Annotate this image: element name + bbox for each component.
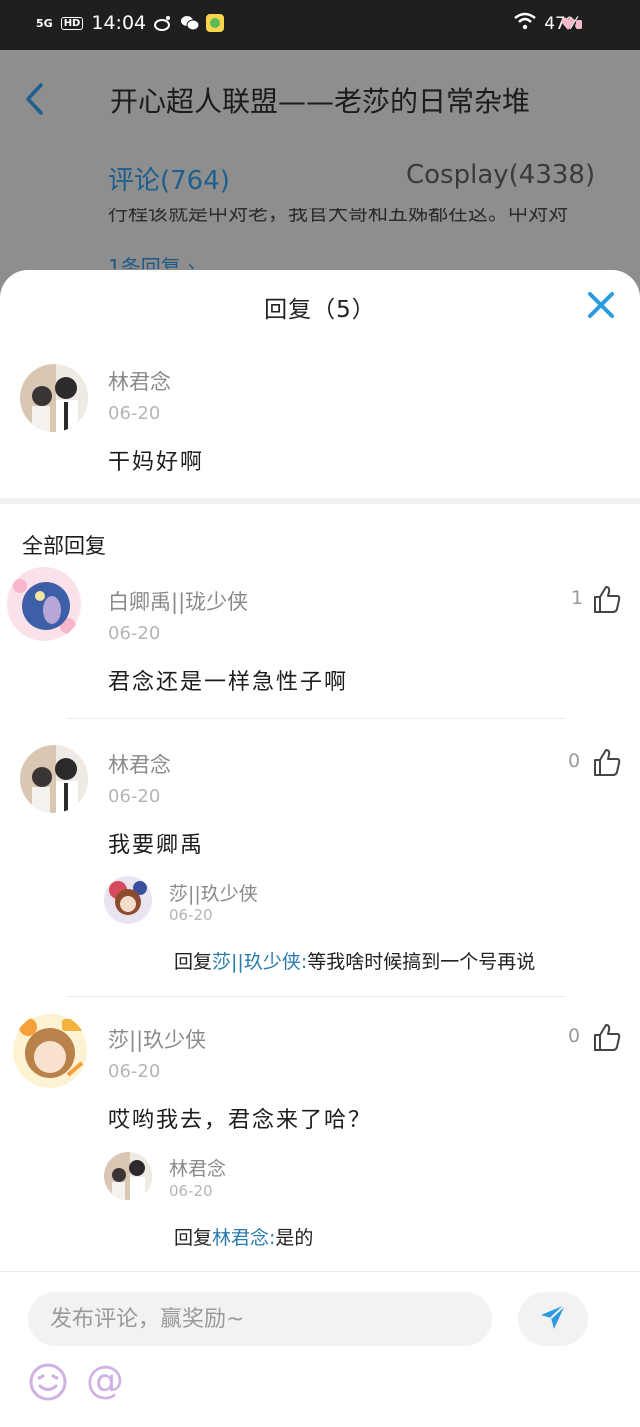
wechat-icon [180, 14, 200, 32]
avatar[interactable] [12, 1013, 88, 1089]
like-count: 0 [568, 750, 581, 772]
comment-composer: @ [0, 1271, 640, 1427]
sub-reply-username[interactable]: 林君念 [169, 1154, 226, 1181]
tab-comments[interactable]: 评论(764) [108, 160, 230, 197]
tab-cosplay[interactable]: Cosplay(4338) [406, 160, 595, 190]
reply-prefix: 回复 [174, 1227, 213, 1249]
avatar[interactable] [104, 876, 152, 924]
status-bar-left: 5G HD 14:04 [36, 12, 225, 34]
thumbs-up-icon[interactable] [592, 747, 622, 777]
app-notification-icon [206, 14, 225, 32]
sub-reply-date: 06-20 [169, 906, 213, 924]
all-replies-label: 全部回复 [22, 534, 106, 558]
mention-button[interactable]: @ [86, 1358, 124, 1402]
reply-date: 06-20 [108, 786, 161, 807]
thumbs-up-icon[interactable] [592, 584, 622, 614]
avatar[interactable] [6, 566, 82, 642]
avatar[interactable] [20, 745, 88, 813]
send-button[interactable] [518, 1292, 588, 1346]
reply-divider [66, 996, 566, 997]
mention-link[interactable]: 莎||玖少侠: [212, 951, 307, 973]
sub-reply-username[interactable]: 莎||玖少侠 [169, 879, 258, 906]
hd-badge: HD [60, 16, 84, 30]
status-bar: 5G HD 14:04 47% [0, 0, 640, 50]
reply-body: 是的 [275, 1227, 314, 1249]
reply-prefix: 回复 [174, 951, 213, 973]
emoji-icon[interactable] [28, 1362, 68, 1402]
avatar[interactable] [20, 364, 88, 432]
avatar[interactable] [104, 1152, 152, 1200]
peek-comment-text: 行程该就是中对老，我官大哥和五姊都在这。中对对 [108, 208, 568, 222]
comment-date: 06-20 [108, 403, 161, 424]
weibo-icon [154, 14, 172, 32]
reply-text: 哎哟我去，君念来了哈？ [108, 1108, 373, 1133]
reply-date: 06-20 [108, 623, 161, 644]
sub-reply-text: 回复林君念:是的 [174, 1223, 313, 1250]
section-divider [0, 498, 640, 504]
reply-body: 等我啥时候搞到一个号再说 [307, 951, 536, 973]
like-count: 0 [568, 1025, 581, 1047]
peek-reply-link[interactable]: 1条回复 › [108, 255, 195, 269]
reply-username[interactable]: 林君念 [108, 749, 171, 779]
status-time: 14:04 [91, 12, 147, 34]
reply-divider [66, 718, 566, 719]
like-count: 1 [571, 587, 584, 609]
sub-reply-text: 回复莎||玖少侠:等我啥时候搞到一个号再说 [174, 947, 535, 974]
reply-text: 我要卿禹 [108, 833, 205, 858]
reply-username[interactable]: 白卿禹||珑少侠 [108, 586, 248, 616]
close-icon[interactable] [586, 290, 616, 320]
comment-input[interactable] [28, 1292, 492, 1346]
send-icon [538, 1302, 568, 1336]
wifi-icon [514, 12, 536, 35]
reply-username[interactable]: 莎||玖少侠 [108, 1024, 206, 1054]
comment-text: 干妈好啊 [108, 450, 205, 475]
reply-sheet: 回复（5） 林君念 06-20 干妈好啊 全部回复 白卿禹||珑少侠 06-20… [0, 270, 640, 1427]
battery-heart-icon [560, 16, 584, 36]
comment-username[interactable]: 林君念 [108, 366, 171, 396]
thumbs-up-icon[interactable] [592, 1022, 622, 1052]
reply-date: 06-20 [108, 1061, 161, 1082]
sub-reply-date: 06-20 [169, 1182, 213, 1200]
sheet-title: 回复（5） [264, 297, 376, 323]
page-title: 开心超人联盟——老莎的日常杂堆 [109, 85, 530, 118]
mention-link[interactable]: 林君念: [212, 1227, 275, 1249]
network-indicator: 5G [36, 16, 53, 30]
reply-text: 君念还是一样急性子啊 [108, 670, 349, 695]
